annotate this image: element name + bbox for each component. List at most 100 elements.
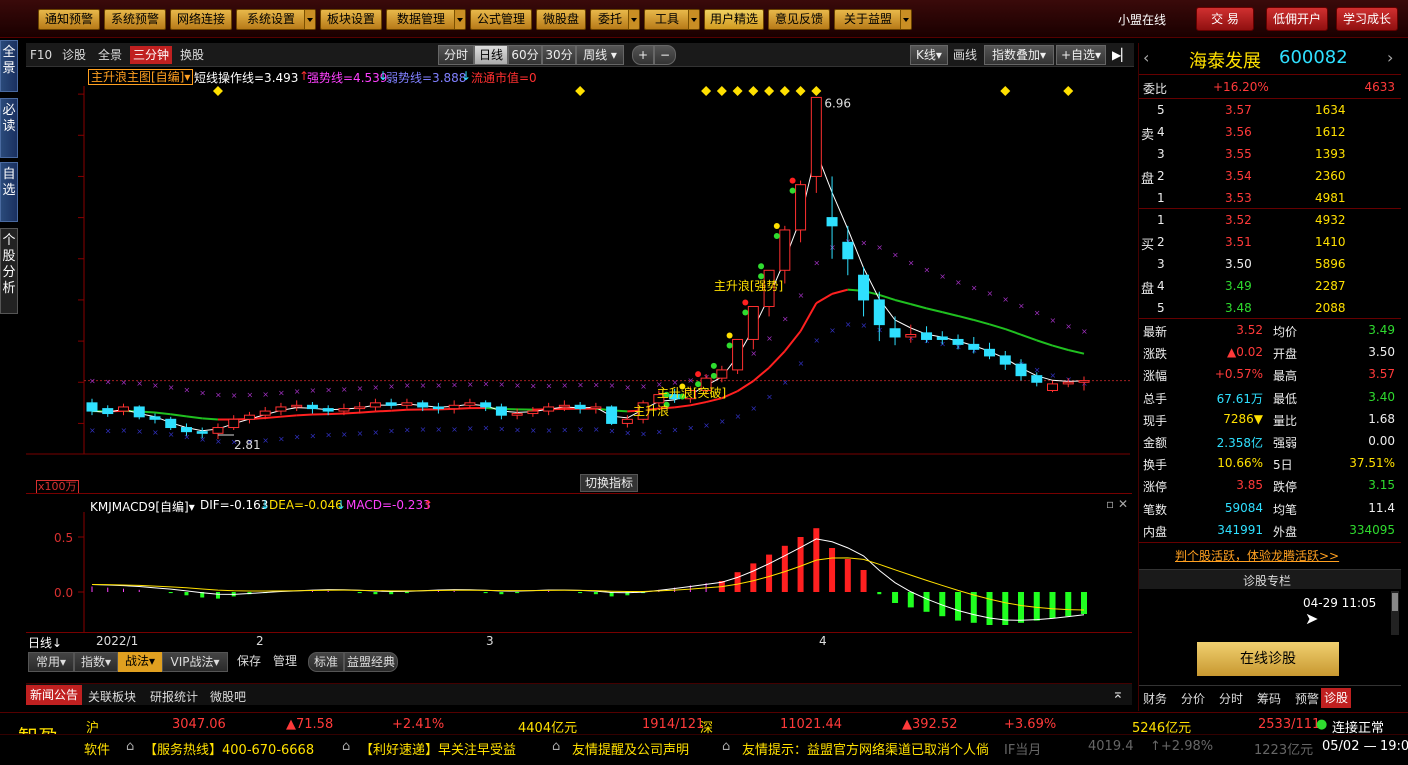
menu-data-manage[interactable]: 数据管理 (386, 9, 466, 30)
tool-vip-strategy[interactable]: VIP战法▾ (162, 652, 228, 672)
rtab-finance[interactable]: 财务 (1143, 690, 1167, 707)
menu-feedback[interactable]: 意见反馈 (768, 9, 830, 30)
left-tab-panorama[interactable]: 全景 (0, 40, 18, 92)
menu-system-alert[interactable]: 系统预警 (104, 9, 166, 30)
stat-label: 5日 (1273, 458, 1293, 473)
bottom-tabs: 新闻公告 关联板块 研报统计 微股吧 ⌅ (26, 683, 1132, 705)
sell-level-row[interactable]: 5 3.57 1634 (1139, 99, 1401, 121)
macd-bar (797, 537, 804, 592)
draw-line-button[interactable]: 画线 (950, 46, 980, 64)
support-mark: × (735, 412, 742, 421)
left-tab-favorites[interactable]: 自选 (0, 162, 18, 222)
tab-related-sector[interactable]: 关联板块 (88, 688, 136, 705)
diag-scrollbar[interactable] (1391, 591, 1399, 635)
menu-about[interactable]: 关于益盟 (834, 9, 912, 30)
menu-network[interactable]: 网络连接 (170, 9, 232, 30)
switch-indicator-button[interactable]: 切换指标 (580, 474, 638, 492)
zoom-out-button[interactable]: − (654, 45, 676, 65)
tool-manage[interactable]: 管理 (270, 652, 300, 672)
expand-up-icon[interactable]: ⌅ (1112, 686, 1124, 702)
open-account-button[interactable]: 低佣开户 (1266, 7, 1328, 31)
menu-system-settings[interactable]: 系统设置 (236, 9, 316, 30)
tab-news[interactable]: 新闻公告 (26, 685, 82, 705)
period-30min[interactable]: 30分 (542, 45, 576, 65)
f10-button[interactable]: F10 (30, 46, 52, 64)
tool-strategy[interactable]: 战法▾ (118, 652, 162, 672)
rtab-diag[interactable]: 诊股 (1321, 688, 1351, 708)
period-intraday[interactable]: 分时 (438, 45, 474, 65)
panorama-button[interactable]: 全景 (96, 46, 124, 64)
sell-level-row[interactable]: 4 3.56 1612 (1139, 121, 1401, 143)
ticker-statement[interactable]: 友情提醒及公司声明 (572, 739, 689, 758)
candle-body (826, 217, 838, 227)
period-week-label: 周线 (583, 48, 608, 62)
kline-dropdown[interactable]: K线▾ (910, 45, 948, 65)
candle-body (196, 431, 208, 434)
tool-index[interactable]: 指数▾ (74, 652, 118, 672)
tab-forum[interactable]: 微股吧 (210, 688, 246, 705)
tool-classic[interactable]: 益盟经典 (344, 652, 398, 672)
sell-level-row[interactable]: 1 3.53 4981 (1139, 187, 1401, 209)
zoom-in-button[interactable]: + (632, 45, 654, 65)
left-tab-must-read[interactable]: 必读 (0, 98, 18, 158)
diag-button[interactable]: 诊股 (60, 46, 88, 64)
tool-common[interactable]: 常用▾ (28, 652, 74, 672)
rtab-alert[interactable]: 预警 (1295, 690, 1319, 707)
add-favorite-dropdown[interactable]: +自选▾ (1056, 45, 1106, 65)
period-60min[interactable]: 60分 (508, 45, 542, 65)
menu-micro-board[interactable]: 微股盘 (536, 9, 586, 30)
macd-chart[interactable] (26, 512, 1132, 632)
x-axis-period[interactable]: 日线↓ (28, 634, 62, 651)
window-controls-icon[interactable]: ▫ ✕ (1106, 497, 1128, 511)
buy-level-row[interactable]: 1 3.52 4932 (1139, 209, 1401, 231)
buy-level-row[interactable]: 5 3.48 2088 (1139, 297, 1401, 319)
collapse-arrow-icon[interactable]: ▶▏ (1112, 46, 1130, 64)
quote-panel: ‹ 海泰发展 600082 › 委比 +16.20% 4633 5 3.57 163… (1138, 43, 1401, 711)
support-mark: × (136, 427, 143, 436)
menu-formula-manage[interactable]: 公式管理 (470, 9, 532, 30)
volume: 1612 (1315, 125, 1346, 139)
ticker-notice[interactable]: 友情提示：益盟官方网络渠道已取消个人倘 (742, 739, 989, 758)
buy-level-row[interactable]: 4 3.49 2287 (1139, 275, 1401, 297)
period-week-dropdown[interactable]: 周线 ▾ (576, 45, 624, 65)
learn-button[interactable]: 学习成长 (1336, 7, 1398, 31)
sell-level-row[interactable]: 3 3.55 1393 (1139, 143, 1401, 165)
index-overlay-dropdown[interactable]: 指数叠加▾ (984, 45, 1054, 65)
period-daily[interactable]: 日线 (474, 45, 508, 65)
left-tab-stock-analysis[interactable]: 个股分析 (0, 228, 18, 314)
tab-research[interactable]: 研报统计 (150, 688, 198, 705)
ticker-hotline[interactable]: 【服务热线】400-670-6668 (144, 739, 314, 758)
online-diag-button[interactable]: 在线诊股 (1197, 642, 1339, 676)
menu-tools[interactable]: 工具 (644, 9, 700, 30)
macd-bar (907, 592, 914, 608)
buy-level-row[interactable]: 2 3.51 1410 (1139, 231, 1401, 253)
signal-dot (726, 342, 733, 349)
candle-body (180, 427, 192, 433)
main-indicator-selector[interactable]: 主升浪主图[自编]▾ (88, 69, 194, 85)
support-mark: × (435, 425, 442, 434)
candlestick-chart[interactable]: × × × × × × × × × × × × × × × × × × × × × × × × × × × × × × × × × × × × × × × ×… (26, 86, 1132, 456)
prev-stock-icon[interactable]: ‹ (1143, 48, 1149, 67)
tool-standard[interactable]: 标准 (308, 652, 344, 672)
buy-level-row[interactable]: 3 3.50 5896 (1139, 253, 1401, 275)
next-stock-icon[interactable]: › (1387, 48, 1393, 67)
sell-level-row[interactable]: 2 3.54 2360 (1139, 165, 1401, 187)
trade-button[interactable]: 交 易 (1196, 7, 1254, 31)
buy-label-1: 买 (1141, 238, 1155, 253)
promo-link[interactable]: 判个股活跃，体验龙腾活跃>> (1175, 547, 1339, 564)
resistance-mark: × (420, 381, 427, 390)
menu-sector-settings[interactable]: 板块设置 (320, 9, 382, 30)
menu-entrust[interactable]: 委托 (590, 9, 640, 30)
three-min-button[interactable]: 三分钟 (130, 46, 172, 64)
rtab-chips[interactable]: 筹码 (1257, 690, 1281, 707)
stat-value: 37.51% (1349, 456, 1395, 471)
support-mark: × (309, 431, 316, 440)
resistance-mark: × (530, 381, 537, 390)
tool-save[interactable]: 保存 (234, 652, 264, 672)
rtab-price-dist[interactable]: 分价 (1181, 690, 1205, 707)
menu-notice-alert[interactable]: 通知预警 (38, 9, 100, 30)
rtab-intraday[interactable]: 分时 (1219, 690, 1243, 707)
ticker-good-news[interactable]: 【利好速递】早关注早受益 (360, 739, 516, 758)
switch-stock-button[interactable]: 换股 (178, 46, 206, 64)
menu-user-picks[interactable]: 用户精选 (704, 9, 764, 30)
